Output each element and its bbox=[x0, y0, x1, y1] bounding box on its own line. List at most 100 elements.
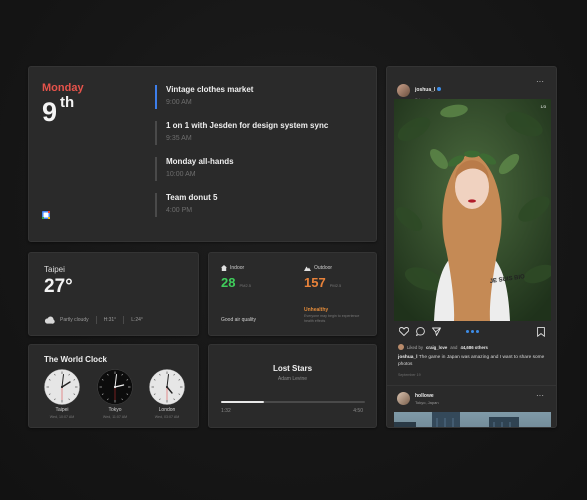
avatar[interactable] bbox=[397, 83, 410, 97]
world-clock-title: The World Clock bbox=[44, 355, 107, 364]
city-photo bbox=[394, 412, 551, 427]
music-player-widget[interactable]: Lost Stars Adam Levine 1:32 4:50 bbox=[208, 344, 377, 428]
event-title: Vintage clothes market bbox=[166, 85, 254, 94]
avatar[interactable] bbox=[397, 392, 410, 405]
bookmark-icon[interactable] bbox=[537, 327, 545, 337]
caption-username[interactable]: joshua_l bbox=[398, 355, 417, 360]
comment-icon[interactable] bbox=[416, 327, 425, 336]
calendar-date: 9th bbox=[42, 94, 75, 128]
post-user-info: hollowe Tokyo, Japan bbox=[415, 393, 439, 405]
clock-time: Wed, 03:07 AM bbox=[154, 415, 180, 419]
outdoor-header: Outdoor bbox=[304, 265, 341, 271]
event-item[interactable]: Vintage clothes market 9:00 AM bbox=[155, 85, 328, 109]
caption-text: The game in Japan was amazing and I want… bbox=[398, 355, 545, 367]
event-time: 4:00 PM bbox=[166, 207, 193, 214]
indoor-value: 28 bbox=[221, 275, 236, 290]
calendar-date-number: 9 bbox=[42, 97, 58, 127]
calendar-date-suffix: th bbox=[60, 94, 75, 111]
indoor-value-row: 28 PM2.5 bbox=[221, 275, 251, 290]
calendar-day: Monday bbox=[42, 82, 84, 94]
divider bbox=[387, 385, 556, 386]
clock-city: London bbox=[158, 407, 176, 413]
event-time: 9:00 AM bbox=[166, 99, 192, 106]
instagram-feed-widget[interactable]: joshua_l Tokyo, Japan ··· bbox=[386, 66, 557, 428]
post-header: hollowe Tokyo, Japan bbox=[397, 392, 439, 405]
world-clock-widget[interactable]: The World Clock Taipei Wed, 10:07 AM Tok… bbox=[28, 344, 199, 428]
heart-icon[interactable] bbox=[399, 327, 409, 336]
google-calendar-icon bbox=[42, 211, 50, 219]
clock-city: Taipei bbox=[55, 407, 69, 413]
liked-by-user[interactable]: craig_love bbox=[426, 345, 447, 350]
event-bar bbox=[155, 193, 157, 217]
unhealthy-description: Everyone may begin to experience health … bbox=[304, 314, 360, 323]
event-time: 9:35 AM bbox=[166, 135, 192, 142]
analog-clock-icon bbox=[97, 369, 133, 405]
divider bbox=[95, 316, 97, 324]
weather-widget[interactable]: Taipei 27° Partly cloudy H:31° L:24° bbox=[28, 252, 199, 336]
clock-tokyo: Tokyo Wed, 11:07 AM bbox=[95, 369, 135, 419]
post-username[interactable]: hollowe bbox=[415, 393, 439, 399]
liker-avatar bbox=[398, 344, 404, 350]
song-title: Lost Stars bbox=[272, 364, 313, 373]
weather-temperature: 27° bbox=[44, 276, 73, 297]
event-item[interactable]: Team donut 5 4:00 PM bbox=[155, 193, 328, 217]
indoor-unit: PM2.5 bbox=[239, 283, 252, 288]
weather-details: Partly cloudy H:31° L:24° bbox=[44, 316, 143, 324]
good-air-label: Good air quality bbox=[221, 317, 257, 323]
outdoor-value: 157 bbox=[304, 275, 326, 290]
share-icon[interactable] bbox=[432, 327, 441, 336]
event-item[interactable]: 1 on 1 with Jesden for design system syn… bbox=[155, 121, 329, 145]
home-icon bbox=[221, 265, 227, 271]
clock-taipei: Taipei Wed, 10:07 AM bbox=[42, 369, 82, 419]
likes-line: Liked by craig_love and 44,686 others bbox=[398, 344, 488, 350]
portrait-photo: JE SUIS BIO bbox=[394, 99, 551, 321]
weather-city: Taipei bbox=[44, 265, 65, 274]
post-date: September 19 bbox=[398, 373, 421, 377]
weather-low: L:24° bbox=[131, 317, 143, 323]
current-time: 1:32 bbox=[221, 408, 231, 414]
song-artist: Adam Levine bbox=[277, 376, 308, 382]
clock-city: Tokyo bbox=[108, 407, 122, 413]
carousel-dots bbox=[466, 330, 479, 333]
more-options-icon[interactable]: ··· bbox=[536, 77, 544, 86]
event-time: 10:00 AM bbox=[166, 171, 196, 178]
progress-bar[interactable] bbox=[221, 401, 365, 403]
event-list: Vintage clothes market 9:00 AM 1 on 1 wi… bbox=[155, 85, 328, 229]
event-item[interactable]: Monday all-hands 10:00 AM bbox=[155, 157, 328, 181]
air-quality-widget[interactable]: Indoor 28 PM2.5 Outdoor 157 PM2.5 Good a… bbox=[208, 252, 377, 336]
post-photo[interactable] bbox=[394, 412, 551, 427]
indoor-section: Indoor 28 PM2.5 bbox=[221, 265, 251, 290]
post-user-row: joshua_l bbox=[415, 78, 442, 96]
analog-clock-icon bbox=[149, 369, 185, 405]
event-bar bbox=[155, 157, 157, 181]
post-photo[interactable]: JE SUIS BIO 1/3 bbox=[394, 99, 551, 321]
post-location[interactable]: Tokyo, Japan bbox=[415, 400, 439, 405]
liked-by-others[interactable]: 44,686 others bbox=[460, 345, 487, 350]
post-caption: joshua_l The game in Japan was amazing a… bbox=[398, 354, 548, 368]
post-actions bbox=[399, 327, 545, 337]
post-username[interactable]: joshua_l bbox=[415, 87, 435, 93]
event-bar bbox=[155, 85, 157, 109]
duration: 4:50 bbox=[353, 408, 363, 414]
weather-high: H:31° bbox=[103, 317, 117, 323]
clock-time: Wed, 10:07 AM bbox=[49, 415, 75, 419]
liked-by-and: and bbox=[450, 344, 458, 350]
outdoor-section: Outdoor 157 PM2.5 bbox=[304, 265, 341, 290]
more-options-icon[interactable]: ··· bbox=[536, 391, 544, 400]
event-title: Monday all-hands bbox=[166, 157, 234, 166]
analog-clock-icon bbox=[44, 369, 80, 405]
event-bar bbox=[155, 121, 157, 145]
indoor-header: Indoor bbox=[221, 265, 251, 271]
unhealthy-label: Unhealthy bbox=[304, 307, 329, 313]
calendar-widget[interactable]: Monday 9th Vintage clothes market 9:00 A… bbox=[28, 66, 377, 242]
cloud-icon bbox=[44, 316, 55, 324]
verified-badge-icon bbox=[437, 87, 442, 91]
liked-by-text: Liked by bbox=[407, 344, 424, 350]
progress-fill bbox=[221, 401, 265, 403]
weather-condition: Partly cloudy bbox=[60, 317, 89, 323]
event-title: 1 on 1 with Jesden for design system syn… bbox=[166, 121, 329, 130]
photo-counter: 1/3 bbox=[540, 104, 546, 109]
outdoor-value-row: 157 PM2.5 bbox=[304, 275, 341, 290]
mountain-icon bbox=[304, 266, 311, 271]
indoor-label: Indoor bbox=[230, 265, 245, 271]
